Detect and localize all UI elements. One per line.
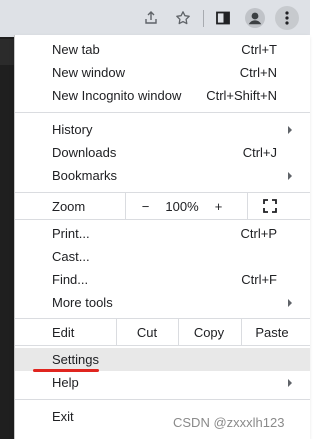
menu-item-edit: Edit Cut Copy Paste (15, 319, 310, 345)
menu-divider (15, 112, 310, 113)
menu-item-label: New tab (52, 42, 100, 57)
menu-divider (15, 345, 310, 346)
submenu-arrow-icon (288, 171, 292, 180)
menu-item-shortcut: Ctrl+N (239, 65, 277, 80)
menu-divider (15, 399, 310, 400)
cut-button[interactable]: Cut (119, 319, 175, 345)
menu-item-label: Settings (52, 352, 99, 367)
menu-item-label: Downloads (52, 145, 117, 160)
page-background-bar (0, 39, 14, 65)
menu-item-zoom: Zoom − 100% + (15, 193, 310, 219)
menu-item-bookmarks[interactable]: Bookmarks (15, 164, 310, 187)
menu-item-shortcut: Ctrl+Shift+N (206, 88, 277, 103)
edit-separator (116, 319, 117, 345)
submenu-arrow-icon (288, 298, 292, 307)
menu-item-label: Cast... (52, 249, 90, 264)
zoom-separator (125, 193, 126, 219)
more-vertical-icon[interactable] (275, 6, 299, 30)
menu-item-cast[interactable]: Cast... (15, 245, 310, 268)
menu-item-print[interactable]: Print... Ctrl+P (15, 222, 310, 245)
bookmark-star-icon[interactable] (171, 6, 195, 30)
submenu-arrow-icon (288, 125, 292, 134)
menu-item-downloads[interactable]: Downloads Ctrl+J (15, 141, 310, 164)
toolbar-separator (203, 10, 204, 27)
zoom-separator (247, 193, 248, 219)
zoom-in-button[interactable]: + (210, 193, 227, 219)
menu-item-label: Exit (52, 409, 74, 424)
menu-item-settings[interactable]: Settings (15, 348, 310, 371)
menu-item-new-incognito-window[interactable]: New Incognito window Ctrl+Shift+N (15, 84, 310, 107)
profile-icon[interactable] (243, 6, 267, 30)
menu-item-shortcut: Ctrl+T (241, 42, 277, 57)
share-icon[interactable] (139, 6, 163, 30)
submenu-arrow-icon (288, 378, 292, 387)
browser-toolbar (0, 0, 310, 37)
watermark: CSDN @zxxxlh123 (173, 415, 285, 430)
menu-item-shortcut: Ctrl+P (240, 226, 277, 241)
paste-button[interactable]: Paste (244, 319, 300, 345)
page-background (0, 37, 14, 439)
menu-item-label: New Incognito window (52, 88, 182, 103)
menu-item-more-tools[interactable]: More tools (15, 291, 310, 314)
menu-item-label: Print... (52, 226, 90, 241)
menu-item-find[interactable]: Find... Ctrl+F (15, 268, 310, 291)
menu-item-shortcut: Ctrl+F (241, 272, 277, 287)
menu-item-history[interactable]: History (15, 118, 310, 141)
menu-item-label: Edit (52, 324, 75, 340)
copy-button[interactable]: Copy (181, 319, 237, 345)
menu-item-help[interactable]: Help (15, 371, 310, 394)
menu-item-label: Help (52, 375, 79, 390)
menu-item-label: More tools (52, 295, 113, 310)
menu-item-label: Bookmarks (52, 168, 118, 183)
zoom-out-button[interactable]: − (137, 193, 154, 219)
menu-item-label: Find... (52, 272, 89, 287)
menu-item-label: History (52, 122, 93, 137)
menu-item-shortcut: Ctrl+J (242, 145, 277, 160)
fullscreen-icon[interactable] (259, 193, 281, 219)
menu-item-label: New window (52, 65, 125, 80)
menu-item-new-tab[interactable]: New tab Ctrl+T (15, 38, 310, 61)
annotation-underline-settings (33, 369, 99, 372)
menu-item-label: Zoom (52, 198, 86, 214)
side-panel-icon[interactable] (211, 6, 235, 30)
chrome-main-menu: New tab Ctrl+T New window Ctrl+N New Inc… (14, 35, 310, 439)
menu-divider (15, 219, 310, 220)
edit-separator (241, 319, 242, 345)
menu-item-new-window[interactable]: New window Ctrl+N (15, 61, 310, 84)
edit-separator (178, 319, 179, 345)
zoom-level-value: 100% (165, 198, 199, 214)
